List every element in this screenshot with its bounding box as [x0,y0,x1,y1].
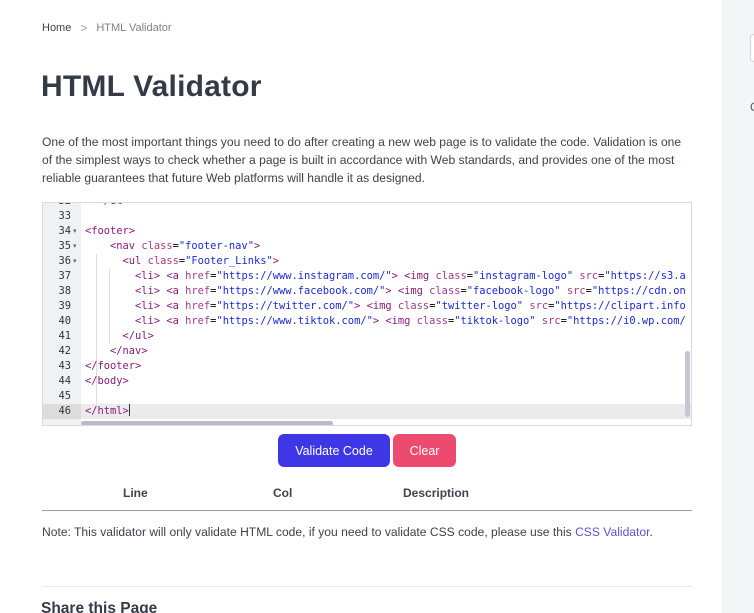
code-line-text: <li> <a href="https://twitter.com/"> <im… [135,300,686,312]
note-suffix: . [649,525,653,539]
line-number: 35 [58,240,71,252]
code-line-text: <nav class="footer-nav"> [110,240,261,252]
breadcrumb-home-link[interactable]: Home [42,22,71,34]
code-line[interactable]: </ul> [81,329,691,344]
code-line-text: <li> <a href="https://www.facebook.com/"… [135,285,686,297]
code-line[interactable]: <footer> [81,224,691,239]
code-line-text: </html> [85,404,130,417]
code-editor[interactable]: 323334▾35▾36▾37383940414243444546 </ul><… [42,202,692,426]
share-section-title: Share this Page [41,600,158,613]
results-table-header: Line Col Description [42,485,692,511]
code-area[interactable]: </ul> <footer> <nav class="footer-nav"> <… [81,203,691,425]
code-line[interactable]: <li> <a href="https://www.tiktok.com/"> … [81,314,691,329]
column-header-description: Description [403,486,470,500]
line-number: 39 [58,300,71,312]
code-line-text: </nav> [110,345,148,357]
line-number: 44 [58,375,71,387]
code-line-text: </ul> [122,330,154,342]
note-text: Note: This validator will only validate … [42,525,576,539]
chevron-right-icon: > [80,21,88,35]
clear-button[interactable]: Clear [393,434,456,467]
column-header-line: Line [123,486,148,500]
line-number: 46 [58,405,71,417]
fold-arrow-icon[interactable]: ▾ [73,224,77,239]
code-line[interactable]: </ul> [81,203,691,209]
line-number: 32 [43,203,71,209]
code-line-text: <li> <a href="https://www.instagram.com/… [135,270,686,282]
vertical-scrollbar[interactable] [685,351,690,417]
line-number: 37 [58,270,71,282]
code-line-text: <li> <a href="https://www.tiktok.com/"> … [135,315,686,327]
code-line[interactable]: <li> <a href="https://www.facebook.com/"… [81,284,691,299]
line-number: 36 [58,255,71,267]
code-line-text: </body> [85,375,129,387]
code-line-text: <footer> [85,225,136,237]
code-line[interactable]: <ul class="Footer_Links"> [81,254,691,269]
code-line[interactable]: </body> [81,374,691,389]
line-number: 43 [58,360,71,372]
code-line[interactable]: </html> [81,404,691,419]
code-line[interactable] [81,389,691,404]
breadcrumb-current: HTML Validator [96,22,172,34]
fold-arrow-icon[interactable]: ▾ [73,239,77,254]
right-sidebar: C [722,0,754,613]
code-line-text: </footer> [85,360,142,372]
section-divider [42,586,692,587]
line-number: 41 [58,330,71,342]
sidebar-text: C [750,100,754,114]
css-validator-link[interactable]: CSS Validator [575,525,649,539]
code-line-text: </ul> [85,203,129,209]
page-title: HTML Validator [41,70,262,103]
sidebar-input[interactable] [750,34,754,62]
line-number: 38 [58,285,71,297]
column-header-col: Col [273,486,293,500]
code-line[interactable]: <li> <a href="https://twitter.com/"> <im… [81,299,691,314]
horizontal-scrollbar[interactable] [81,421,333,425]
validate-code-button[interactable]: Validate Code [278,434,390,467]
line-number: 33 [58,210,71,222]
intro-paragraph: One of the most important things you nee… [42,135,682,185]
code-line[interactable] [81,209,691,224]
code-line[interactable]: <nav class="footer-nav"> [81,239,691,254]
line-number: 45 [58,390,71,402]
code-line[interactable]: <li> <a href="https://www.instagram.com/… [81,269,691,284]
line-number: 42 [58,345,71,357]
fold-arrow-icon[interactable]: ▾ [73,254,77,269]
text-cursor [128,404,130,416]
breadcrumb: Home > HTML Validator [42,21,172,35]
code-line-text: <ul class="Footer_Links"> [122,255,279,267]
line-number: 40 [58,315,71,327]
code-line[interactable]: </nav> [81,344,691,359]
line-number: 34 [58,225,71,237]
main-content: Home > HTML Validator HTML Validator One… [0,0,722,613]
code-line[interactable]: </footer> [81,359,691,374]
validator-note: Note: This validator will only validate … [42,525,653,539]
